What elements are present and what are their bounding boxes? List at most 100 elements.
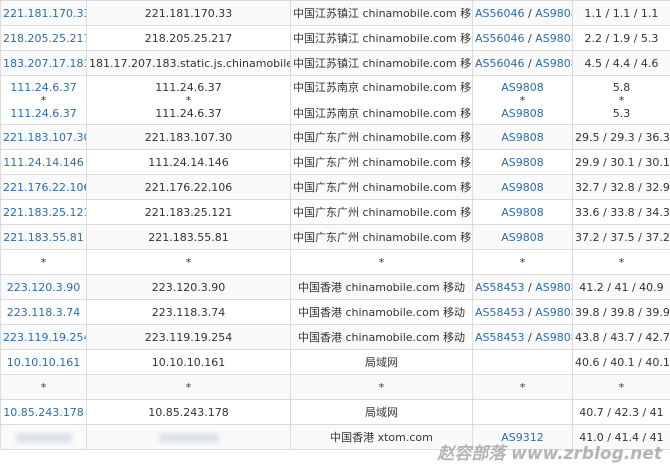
hop-ip-cell: 221.181.170.33 xyxy=(0,0,87,26)
asn-cell xyxy=(472,399,573,425)
asn-cell: AS9808 xyxy=(472,174,573,200)
ip-link[interactable]: AS9808 xyxy=(535,281,571,294)
hostname-cell: 221.176.22.106 xyxy=(86,174,291,200)
asn-cell: AS9808 xyxy=(472,124,573,150)
ip-link[interactable]: AS9808 xyxy=(535,306,571,319)
ip-link[interactable]: AS9808 xyxy=(535,7,571,20)
table-row: 223.119.19.254 223.119.19.254 中国香港 china… xyxy=(0,324,670,350)
asn-cell: AS56046 / AS9808 xyxy=(472,0,573,26)
hop-ip-cell: 221.176.22.106 xyxy=(0,174,87,200)
ip-link[interactable]: AS56046 xyxy=(475,7,525,20)
asn-cell: AS9808 * AS9808 xyxy=(472,75,573,125)
ip-link[interactable]: AS56046 xyxy=(475,57,525,70)
hostname-cell: 218.205.25.217 xyxy=(86,25,291,51)
ip-link[interactable]: AS9808 xyxy=(501,131,544,144)
redacted-ip xyxy=(15,432,72,443)
latency-cell: 2.2 / 1.9 / 5.3 xyxy=(572,25,670,51)
ip-link[interactable]: AS56046 xyxy=(475,32,525,45)
hostname-cell: 10.85.243.178 xyxy=(86,399,291,425)
hop-ip-cell: 221.183.55.81 xyxy=(0,224,87,250)
ip-link[interactable]: AS9808 xyxy=(501,181,544,194)
asn-cell xyxy=(472,349,573,375)
latency-cell: 1.1 / 1.1 / 1.1 xyxy=(572,0,670,26)
ip-link[interactable]: 223.118.3.74 xyxy=(7,306,80,319)
latency-cell: 4.5 / 4.4 / 4.6 xyxy=(572,50,670,76)
latency-cell: 39.8 / 39.8 / 39.9 xyxy=(572,299,670,325)
latency-cell: 37.2 / 37.5 / 37.2 xyxy=(572,224,670,250)
table-row: * * * * * xyxy=(0,374,670,400)
ip-link[interactable]: 221.181.170.33 xyxy=(3,7,86,20)
hostname-cell: 221.181.170.33 xyxy=(86,0,291,26)
table-row: 221.183.107.30 221.183.107.30 中国广东广州 chi… xyxy=(0,124,670,150)
hop-ip-cell: 10.85.243.178 xyxy=(0,399,87,425)
asn-cell: AS9808 xyxy=(472,199,573,225)
asn-cell: AS58453 / AS9808 xyxy=(472,324,573,350)
hostname-cell: 221.183.107.30 xyxy=(86,124,291,150)
ip-link[interactable]: 111.24.14.146 xyxy=(3,156,83,169)
latency-cell: 29.9 / 30.1 / 30.1 xyxy=(572,149,670,175)
latency-cell: 5.8 * 5.3 xyxy=(572,75,670,125)
table-row: 111.24.6.37 * 111.24.6.37 111.24.6.37 * 111.… xyxy=(0,75,670,125)
latency-cell: 29.5 / 29.3 / 36.3 xyxy=(572,124,670,150)
hop-ip-cell: * xyxy=(0,249,87,275)
ip-link[interactable]: AS9808 xyxy=(535,57,571,70)
hop-ip-cell: 111.24.14.146 xyxy=(0,149,87,175)
ip-link[interactable]: 10.10.10.161 xyxy=(7,356,80,369)
table-row: 221.181.170.33 221.181.170.33 中国江苏镇江 chi… xyxy=(0,0,670,26)
hop-ip-cell: 223.118.3.74 xyxy=(0,299,87,325)
location-cell: 局域网 xyxy=(290,349,473,375)
ip-link[interactable]: AS58453 xyxy=(475,281,525,294)
location-cell: 中国广东广州 chinamobile.com 移动 xyxy=(290,199,473,225)
table-row: 10.10.10.161 10.10.10.161 局域网 40.6 / 40.… xyxy=(0,349,670,375)
hop-ip-cell: 223.120.3.90 xyxy=(0,274,87,300)
ip-link[interactable]: 223.120.3.90 xyxy=(7,281,80,294)
hop-ip-cell: 221.183.25.121 xyxy=(0,199,87,225)
location-cell: * xyxy=(290,374,473,400)
asn-cell: AS56046 / AS9808 xyxy=(472,25,573,51)
ip-link[interactable]: AS58453 xyxy=(475,306,525,319)
ip-link[interactable]: AS9808 xyxy=(501,231,544,244)
ip-link[interactable]: 221.183.25.121 xyxy=(3,206,86,219)
table-row: * * * * * xyxy=(0,249,670,275)
location-cell: 中国江苏镇江 chinamobile.com 移动 xyxy=(290,50,473,76)
latency-cell: 40.7 / 42.3 / 41 xyxy=(572,399,670,425)
hostname-cell: 223.120.3.90 xyxy=(86,274,291,300)
ip-link[interactable]: 221.183.107.30 xyxy=(3,131,86,144)
latency-cell: 40.6 / 40.1 / 40.1 xyxy=(572,349,670,375)
ip-link[interactable]: AS9808 xyxy=(501,81,544,94)
hop-ip-cell: 218.205.25.217 xyxy=(0,25,87,51)
hostname-cell: 111.24.14.146 xyxy=(86,149,291,175)
ip-link[interactable]: 218.205.25.217 xyxy=(3,32,86,45)
ip-link[interactable]: AS9808 xyxy=(535,32,571,45)
ip-link[interactable]: AS9808 xyxy=(501,107,544,120)
hostname-cell: * xyxy=(86,374,291,400)
ip-link[interactable]: AS58453 xyxy=(475,331,525,344)
location-cell: 中国江苏镇江 chinamobile.com 移动 xyxy=(290,25,473,51)
ip-link[interactable]: 111.24.6.37 xyxy=(10,107,76,120)
hostname-cell: 181.17.207.183.static.js.chinamobile.com xyxy=(86,50,291,76)
latency-cell: 41.2 / 41 / 40.9 xyxy=(572,274,670,300)
ip-link[interactable]: 221.176.22.106 xyxy=(3,181,86,194)
location-cell: 中国江苏南京 chinamobile.com 移动 中国江苏南京 chinamob… xyxy=(290,75,473,125)
ip-link[interactable]: 223.119.19.254 xyxy=(3,331,86,344)
hop-ip-cell: 221.183.107.30 xyxy=(0,124,87,150)
location-cell: 局域网 xyxy=(290,399,473,425)
hostname-cell: 223.118.3.74 xyxy=(86,299,291,325)
ip-link[interactable]: 183.207.17.181 xyxy=(3,57,86,70)
hop-ip-cell: 223.119.19.254 xyxy=(0,324,87,350)
ip-link[interactable]: AS9808 xyxy=(501,206,544,219)
location-cell: 中国广东广州 chinamobile.com 移动 xyxy=(290,149,473,175)
ip-link[interactable]: AS9808 xyxy=(501,156,544,169)
redacted-hostname xyxy=(158,432,219,443)
hostname-cell: 221.183.55.81 xyxy=(86,224,291,250)
location-cell: 中国广东广州 chinamobile.com 移动 xyxy=(290,174,473,200)
ip-link[interactable]: 111.24.6.37 xyxy=(10,81,76,94)
hop-ip-cell: 183.207.17.181 xyxy=(0,50,87,76)
ip-link[interactable]: AS9808 xyxy=(535,331,571,344)
asn-cell: * xyxy=(472,249,573,275)
ip-link[interactable]: 221.183.55.81 xyxy=(3,231,83,244)
table-row: 221.176.22.106 221.176.22.106 中国广东广州 chi… xyxy=(0,174,670,200)
ip-link[interactable]: 10.85.243.178 xyxy=(3,406,83,419)
table-row: 218.205.25.217 218.205.25.217 中国江苏镇江 chi… xyxy=(0,25,670,51)
hop-ip-cell: * xyxy=(0,374,87,400)
